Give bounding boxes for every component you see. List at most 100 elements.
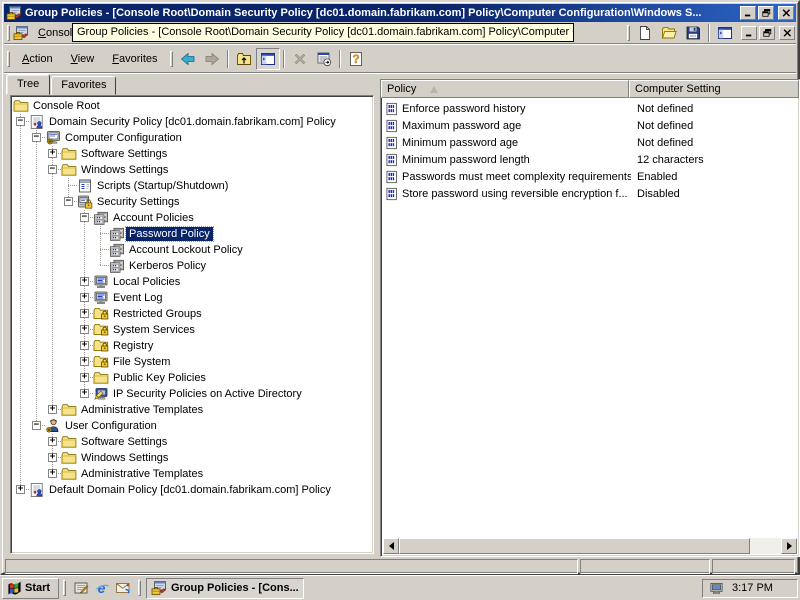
collapse-icon[interactable]: − xyxy=(48,165,57,174)
list-item-enforce-password-history[interactable]: Enforce password historyNot defined xyxy=(383,100,797,117)
minimize-button[interactable] xyxy=(740,6,756,20)
tree-indent xyxy=(13,370,29,386)
mmc-child-icon[interactable] xyxy=(13,25,29,41)
close-button[interactable] xyxy=(778,6,794,20)
expand-icon[interactable]: + xyxy=(48,453,57,462)
tree-item-software-settings[interactable]: +Software Settings xyxy=(13,434,373,450)
tree-item-kerberos-policy[interactable]: Kerberos Policy xyxy=(13,258,373,274)
list-item-minimum-password-age[interactable]: Minimum password ageNot defined xyxy=(383,134,797,151)
expand-icon[interactable]: + xyxy=(80,277,89,286)
gpo-icon xyxy=(29,482,45,498)
up-one-level-button[interactable] xyxy=(232,48,256,70)
taskbar-clock[interactable]: 3:17 PM xyxy=(732,582,773,594)
tree-item-account-lockout-policy[interactable]: Account Lockout Policy xyxy=(13,242,373,258)
tree-item-event-log[interactable]: +Event Log xyxy=(13,290,373,306)
start-button[interactable]: Start xyxy=(2,578,59,599)
scroll-right-button[interactable] xyxy=(781,538,797,554)
toolbar-grip[interactable] xyxy=(627,25,630,41)
toolbar-grip[interactable] xyxy=(170,51,173,67)
tab-tree[interactable]: Tree xyxy=(6,74,50,95)
child-close-button[interactable] xyxy=(779,26,795,40)
show-desktop-icon[interactable] xyxy=(70,578,91,599)
tree-item-account-policies[interactable]: −Account Policies xyxy=(13,210,373,226)
new-console-button[interactable] xyxy=(633,22,657,44)
column-header-computer-setting[interactable]: Computer Setting xyxy=(629,80,799,98)
expand-icon[interactable]: + xyxy=(48,469,57,478)
collapse-icon[interactable]: − xyxy=(32,133,41,142)
tree-item-security-settings[interactable]: −Security Settings xyxy=(13,194,373,210)
forward-button[interactable] xyxy=(200,48,224,70)
outlook-express-icon[interactable] xyxy=(112,578,133,599)
expand-icon[interactable]: + xyxy=(80,325,89,334)
toolbar-grip[interactable] xyxy=(7,51,10,67)
tree-item-administrative-templates[interactable]: +Administrative Templates xyxy=(13,402,373,418)
expand-icon[interactable]: + xyxy=(80,357,89,366)
menu-action[interactable]: Action xyxy=(13,50,62,68)
taskbar-grip[interactable] xyxy=(138,580,141,596)
help-button[interactable]: ? xyxy=(344,48,368,70)
back-button[interactable] xyxy=(176,48,200,70)
tree-item-ip-security-policies-on-active-directory[interactable]: +IP Security Policies on Active Director… xyxy=(13,386,373,402)
expand-icon[interactable]: + xyxy=(16,485,25,494)
child-restore-button[interactable] xyxy=(759,26,775,40)
tree-item-user-configuration[interactable]: −User Configuration xyxy=(13,418,373,434)
expand-icon[interactable]: + xyxy=(80,293,89,302)
expand-icon[interactable]: + xyxy=(80,341,89,350)
policy-document-icon xyxy=(385,170,402,184)
scroll-left-button[interactable] xyxy=(383,538,399,554)
expand-icon[interactable]: + xyxy=(80,309,89,318)
collapse-icon[interactable]: − xyxy=(64,197,73,206)
tree-indent xyxy=(13,258,29,274)
taskbar-grip[interactable] xyxy=(63,580,66,596)
restore-button[interactable] xyxy=(758,6,774,20)
toolbar-grip[interactable] xyxy=(7,25,10,41)
tree-item-console-root[interactable]: Console Root xyxy=(13,98,373,114)
tab-favorites[interactable]: Favorites xyxy=(51,76,116,95)
expand-icon[interactable]: + xyxy=(48,437,57,446)
scrollbar-track[interactable] xyxy=(750,538,781,554)
list-item-store-password-using-reversible-encryption-f[interactable]: Store password using reversible encrypti… xyxy=(383,185,797,202)
tree-item-public-key-policies[interactable]: +Public Key Policies xyxy=(13,370,373,386)
tree-item-restricted-groups[interactable]: +Restricted Groups xyxy=(13,306,373,322)
tree-item-windows-settings[interactable]: −Windows Settings xyxy=(13,162,373,178)
scrollbar-thumb[interactable] xyxy=(399,538,750,554)
tree-item-domain-security-policy-dc01-domain-fabrikam-com-policy[interactable]: −Domain Security Policy [dc01.domain.fab… xyxy=(13,114,373,130)
internet-explorer-icon[interactable]: e xyxy=(91,578,112,599)
save-console-button[interactable] xyxy=(681,22,705,44)
show-hide-console-tree-button[interactable] xyxy=(256,48,280,70)
task-button-group-policies[interactable]: Group Policies - [Cons... xyxy=(146,578,304,599)
tree-item-administrative-templates[interactable]: +Administrative Templates xyxy=(13,466,373,482)
expand-icon[interactable]: + xyxy=(80,373,89,382)
menu-favorites[interactable]: Favorites xyxy=(103,50,166,68)
tree-item-system-services[interactable]: +System Services xyxy=(13,322,373,338)
tree-item-local-policies[interactable]: +Local Policies xyxy=(13,274,373,290)
tree-indent xyxy=(61,258,77,274)
child-minimize-button[interactable] xyxy=(741,26,757,40)
expand-icon[interactable]: + xyxy=(80,389,89,398)
expand-icon[interactable]: + xyxy=(48,405,57,414)
delete-button[interactable] xyxy=(288,48,312,70)
new-window-button[interactable] xyxy=(713,22,737,44)
export-list-button[interactable] xyxy=(312,48,336,70)
tree-item-file-system[interactable]: +File System xyxy=(13,354,373,370)
expand-icon[interactable]: + xyxy=(48,149,57,158)
list-item-maximum-password-age[interactable]: Maximum password ageNot defined xyxy=(383,117,797,134)
tree-item-windows-settings[interactable]: +Windows Settings xyxy=(13,450,373,466)
list-item-minimum-password-length[interactable]: Minimum password length12 characters xyxy=(383,151,797,168)
open-console-button[interactable] xyxy=(657,22,681,44)
collapse-icon[interactable]: − xyxy=(32,421,41,430)
tree-item-computer-configuration[interactable]: −Computer Configuration xyxy=(13,130,373,146)
list-item-passwords-must-meet-complexity-requirements[interactable]: Passwords must meet complexity requireme… xyxy=(383,168,797,185)
collapse-icon[interactable]: − xyxy=(16,117,25,126)
tree-item-software-settings[interactable]: +Software Settings xyxy=(13,146,373,162)
column-header-policy[interactable]: Policy xyxy=(381,80,629,98)
menu-view[interactable]: View xyxy=(62,50,104,68)
tree-item-default-domain-policy-dc01-domain-fabrikam-com-policy[interactable]: +Default Domain Policy [dc01.domain.fabr… xyxy=(13,482,373,498)
tree-connector: + xyxy=(77,354,93,370)
tree-connector: + xyxy=(77,306,93,322)
collapse-icon[interactable]: − xyxy=(80,213,89,222)
tree-item-registry[interactable]: +Registry xyxy=(13,338,373,354)
windows-logo-icon xyxy=(6,581,23,596)
tree-item-password-policy[interactable]: Password Policy xyxy=(13,226,373,242)
tree-item-scripts-startup-shutdown[interactable]: Scripts (Startup/Shutdown) xyxy=(13,178,373,194)
